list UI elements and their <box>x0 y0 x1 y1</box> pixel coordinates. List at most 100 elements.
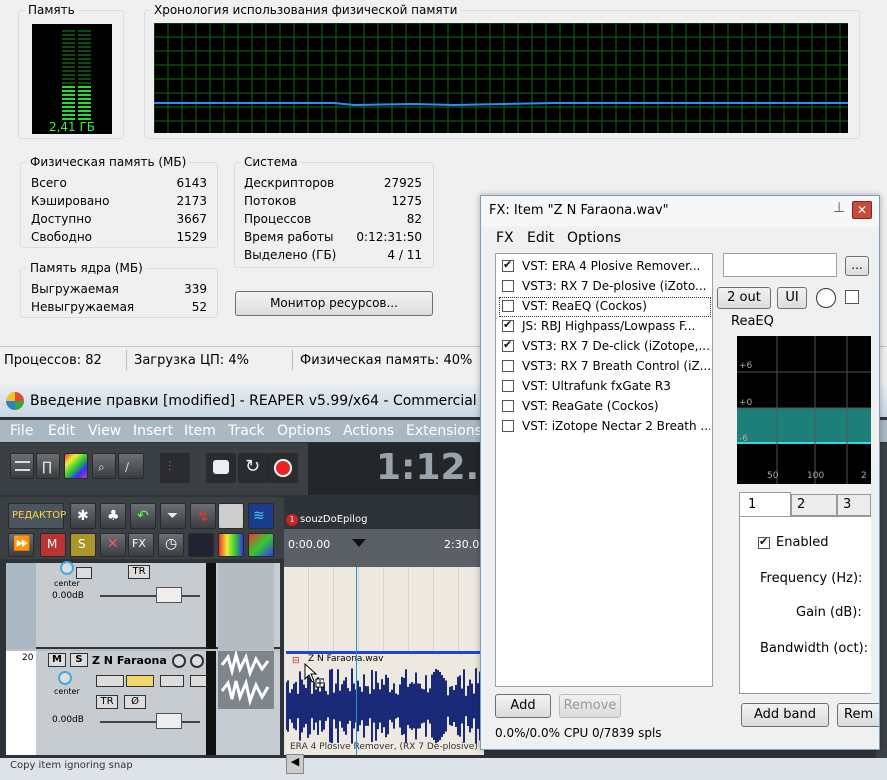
spectrum-button[interactable]: ≋ <box>248 503 274 529</box>
fx-list-item[interactable]: VST3: RX 7 De-plosive (iZoto... <box>500 278 710 296</box>
fx-button[interactable]: FX <box>128 533 154 557</box>
tab-band-2[interactable]: 2 <box>791 494 837 516</box>
group-button[interactable]: ♣ <box>100 503 126 529</box>
fx-list-item[interactable]: VST: ReaEQ (Cockos) <box>499 297 711 317</box>
track20-mute-button[interactable]: M <box>48 653 66 667</box>
fx-menu-fx[interactable]: FX <box>496 230 514 246</box>
track20-monitor-icon[interactable] <box>190 654 204 668</box>
loop-button[interactable]: ↻ <box>238 453 268 483</box>
add-fx-button[interactable]: Add <box>495 694 551 718</box>
fx-menu-options[interactable]: Options <box>567 230 621 246</box>
bypass-checkbox[interactable] <box>845 290 859 304</box>
menu-track[interactable]: Track <box>228 423 265 439</box>
track20-record-arm-icon[interactable] <box>172 654 186 668</box>
track20[interactable]: 20 M S Z N Faraona center TR Ø 0.00dB <box>6 649 280 755</box>
io-button[interactable]: 2 out <box>717 287 771 309</box>
envelope-button[interactable]: ∕ <box>118 453 144 479</box>
tab-band-1[interactable]: 1 <box>739 492 791 517</box>
play-button[interactable]: ⏩ <box>8 533 34 557</box>
snap-button[interactable]: ∏ <box>36 453 60 479</box>
time-button[interactable]: ◷ <box>158 533 184 557</box>
track20-volume-fader[interactable] <box>100 721 200 723</box>
spectral-button[interactable] <box>218 503 244 529</box>
menu-edit[interactable]: Edit <box>48 423 75 439</box>
top-volume-handle[interactable] <box>156 587 182 603</box>
fx-enable-checkbox[interactable] <box>502 338 514 352</box>
enabled-checkbox[interactable] <box>758 535 770 549</box>
new-track-button[interactable]: ✱ <box>70 503 96 529</box>
track20-name[interactable]: Z N Faraona <box>92 654 167 667</box>
resource-monitor-button[interactable]: Монитор ресурсов... <box>235 291 433 316</box>
track20-phase-button[interactable]: Ø <box>124 695 146 709</box>
close-icon[interactable]: ✕ <box>852 201 872 219</box>
meter-button[interactable] <box>188 533 214 557</box>
menu-file[interactable]: File <box>10 423 33 439</box>
top-pan-knob[interactable] <box>60 561 74 575</box>
solo-button[interactable]: S <box>70 533 96 557</box>
fx-list-item[interactable]: VST: ReaGate (Cockos) <box>500 398 710 416</box>
add-band-button[interactable]: Add band <box>741 703 829 727</box>
fx-enable-checkbox[interactable] <box>502 420 514 432</box>
fx-list-item[interactable]: VST3: RX 7 Breath Control (iZ... <box>500 358 710 376</box>
menu-options[interactable]: Options <box>277 423 331 439</box>
top-volume-fader[interactable] <box>100 595 200 597</box>
editor-button[interactable]: РЕДАКТОР <box>8 503 66 529</box>
top-tr-button[interactable]: TR <box>128 565 150 579</box>
mute-button[interactable]: M <box>40 533 66 557</box>
menu-view[interactable]: View <box>88 423 121 439</box>
mixer-button[interactable]: ⫶ <box>160 453 190 483</box>
ripple-button[interactable]: ⌕ <box>92 453 116 479</box>
fx-enable-checkbox[interactable] <box>502 360 514 372</box>
tab-band-3[interactable]: 3 <box>837 494 871 516</box>
track20-volume-handle[interactable] <box>156 713 182 729</box>
fx-enable-checkbox[interactable] <box>502 318 514 332</box>
track20-pan-knob[interactable] <box>58 671 72 685</box>
fx-enable-checkbox[interactable] <box>502 300 514 312</box>
preset-browse-button[interactable]: ... <box>845 256 869 276</box>
delete-button[interactable]: ✕ <box>100 533 126 557</box>
preset-field[interactable] <box>723 253 837 277</box>
fx-list-item[interactable]: VST: ERA 4 Plosive Remover... <box>500 258 710 276</box>
scroll-left-icon[interactable]: ◀ <box>286 754 304 774</box>
fx-list-item[interactable]: VST: Ultrafunk fxGate R3 <box>500 378 710 396</box>
top-mute-button[interactable] <box>76 567 92 579</box>
color-button[interactable] <box>64 453 88 479</box>
menu-item[interactable]: Item <box>184 423 216 439</box>
pin-icon[interactable]: ⊥ <box>833 200 845 216</box>
fx-list-item[interactable]: JS: RBJ Highpass/Lowpass F... <box>500 318 710 336</box>
search-icon: ⌕ <box>98 460 105 474</box>
fx-list-item-label: VST3: RX 7 De-click (iZotope,... <box>522 339 710 353</box>
fx-list-item[interactable]: VST: iZotope Nectar 2 Breath ... <box>500 418 710 436</box>
record-button[interactable] <box>268 453 298 483</box>
fx-enable-checkbox[interactable] <box>502 280 514 292</box>
color-tracks-button[interactable] <box>218 533 244 557</box>
track20-tr-button[interactable]: TR <box>96 695 118 709</box>
remove-band-button[interactable]: Rem <box>837 703 879 727</box>
fx-enable-checkbox[interactable] <box>502 400 514 412</box>
menu-extensions[interactable]: Extensions <box>406 423 482 439</box>
top-volume-label: 0.00dB <box>52 591 84 601</box>
track20-fx-toggle[interactable] <box>126 675 154 687</box>
grid-toggle-button[interactable] <box>10 453 34 479</box>
arrange-view[interactable]: 1 souzDoEpilog 0:00.00 2:30.0 Z N Faraon… <box>284 513 484 755</box>
fx-enable-checkbox[interactable] <box>502 380 514 392</box>
track20-phase-toggle[interactable] <box>96 675 124 687</box>
timeline-ruler[interactable]: 0:00.00 2:30.0 <box>284 529 484 567</box>
theme-button[interactable] <box>248 533 274 557</box>
fx-enable-checkbox[interactable] <box>502 258 514 272</box>
filter-button[interactable]: ⏷ <box>160 503 186 529</box>
ui-button[interactable]: UI <box>777 287 807 309</box>
fx-menu-edit[interactable]: Edit <box>527 230 554 246</box>
remove-fx-button[interactable]: Remove <box>559 694 621 718</box>
menu-insert[interactable]: Insert <box>133 423 173 439</box>
track20-solo-button[interactable]: S <box>70 653 88 667</box>
wet-knob[interactable] <box>816 288 836 308</box>
menu-actions[interactable]: Actions <box>343 423 394 439</box>
track20-io-toggle[interactable] <box>160 675 184 687</box>
eq-graph[interactable]: +6 +0 -6 50 100 2 <box>737 336 871 484</box>
route-button[interactable]: ↯ <box>190 503 216 529</box>
metronome-button[interactable] <box>206 453 236 483</box>
band-tabs: 1 2 3 <box>739 492 871 517</box>
undo-button[interactable]: ↶ <box>130 503 156 529</box>
fx-list-item[interactable]: VST3: RX 7 De-click (iZotope,... <box>500 338 710 356</box>
